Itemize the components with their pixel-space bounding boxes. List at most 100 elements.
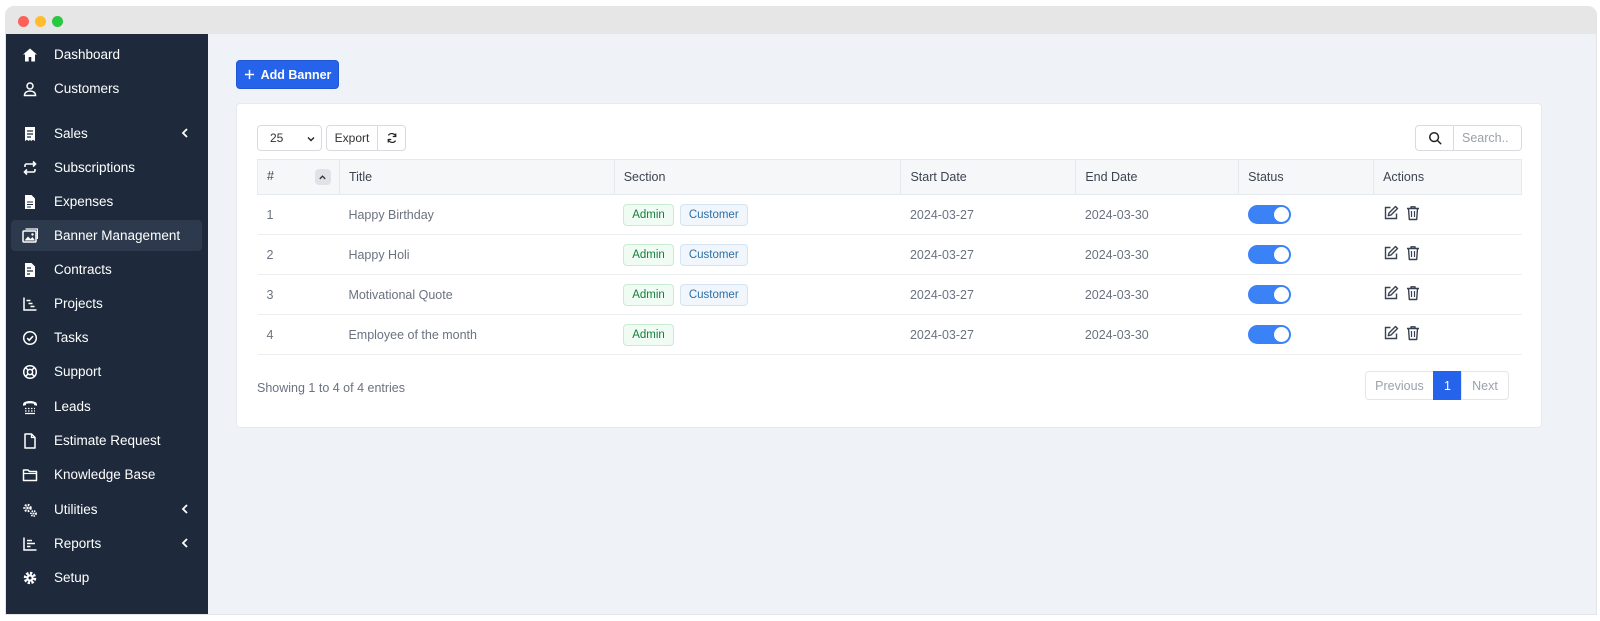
status-toggle[interactable] xyxy=(1247,325,1291,344)
column-header-status[interactable]: Status xyxy=(1238,159,1375,195)
row-number: 1 xyxy=(257,194,340,235)
refresh-button[interactable] xyxy=(377,125,406,151)
edit-icon[interactable] xyxy=(1383,245,1401,263)
minimize-window-button[interactable] xyxy=(35,16,46,27)
search-button[interactable] xyxy=(1415,125,1454,151)
row-title: Employee of the month xyxy=(339,314,615,355)
column-header-number[interactable]: # xyxy=(257,159,340,195)
app-window: Dashboard Customers Sales Subscriptions Expe… xyxy=(6,7,1596,614)
status-toggle[interactable] xyxy=(1247,205,1291,224)
add-banner-label: Add Banner xyxy=(260,67,332,82)
section-badge-customer: Customer xyxy=(679,283,748,306)
refresh-icon xyxy=(387,133,396,143)
table-row: 4 Employee of the month Admin 2024-03-27 202… xyxy=(257,314,1522,355)
row-start-date: 2024-03-27 xyxy=(900,314,1076,355)
row-end-date: 2024-03-30 xyxy=(1075,314,1239,355)
edit-icon[interactable] xyxy=(1383,285,1401,303)
chart-gantt-icon xyxy=(20,294,40,314)
row-title: Happy Birthday xyxy=(339,194,615,235)
file-icon xyxy=(20,431,40,451)
row-actions xyxy=(1373,234,1522,275)
toggle-knob xyxy=(1273,247,1289,262)
trash-icon[interactable] xyxy=(1405,205,1423,223)
sidebar-item-expenses[interactable]: Expenses xyxy=(11,186,202,217)
toggle-knob xyxy=(1273,207,1289,222)
row-end-date: 2024-03-30 xyxy=(1075,194,1239,235)
images-icon xyxy=(20,226,40,246)
row-sections: Admin xyxy=(614,314,901,355)
sidebar-item-dashboard[interactable]: Dashboard xyxy=(11,39,202,70)
edit-icon[interactable] xyxy=(1383,205,1401,223)
page-size-select[interactable]: 25 xyxy=(257,125,322,151)
row-actions xyxy=(1373,314,1522,355)
row-status xyxy=(1238,274,1374,315)
chart-bar-icon xyxy=(20,534,40,554)
sidebar-item-subscriptions[interactable]: Subscriptions xyxy=(11,152,202,183)
sidebar-item-label: Utilities xyxy=(54,502,98,517)
section-badge-admin: Admin xyxy=(623,283,674,306)
toggle-knob xyxy=(1273,327,1289,342)
sidebar-item-reports[interactable]: Reports xyxy=(11,528,202,559)
row-number: 3 xyxy=(257,274,340,315)
status-toggle[interactable] xyxy=(1247,245,1291,264)
sidebar-item-customers[interactable]: Customers xyxy=(11,73,202,104)
column-header-end-date[interactable]: End Date xyxy=(1075,159,1240,195)
export-label: Export xyxy=(334,131,370,145)
sidebar-item-label: Subscriptions xyxy=(54,160,136,175)
chevron-left-icon xyxy=(181,128,188,138)
edit-icon[interactable] xyxy=(1383,325,1401,343)
add-banner-button[interactable]: Add Banner xyxy=(236,60,339,89)
sidebar-item-knowledge-base[interactable]: Knowledge Base xyxy=(11,459,202,490)
row-actions xyxy=(1373,274,1522,315)
status-toggle[interactable] xyxy=(1247,285,1291,304)
banner-table-card: 25 Export Search.. # Title Section Start… xyxy=(236,103,1542,428)
maximize-window-button[interactable] xyxy=(52,16,63,27)
column-header-start-date[interactable]: Start Date xyxy=(900,159,1077,195)
trash-icon[interactable] xyxy=(1405,245,1423,263)
sidebar: Dashboard Customers Sales Subscriptions Expe… xyxy=(6,34,208,614)
search-placeholder: Search.. xyxy=(1462,131,1509,145)
table-header-row: # Title Section Start Date End Date Stat… xyxy=(257,159,1522,195)
gears-icon xyxy=(20,500,40,520)
row-sections: Admin Customer xyxy=(614,194,901,235)
sidebar-item-banner-management[interactable]: Banner Management xyxy=(11,220,202,251)
user-icon xyxy=(20,79,40,99)
column-header-title[interactable]: Title xyxy=(338,159,615,195)
repeat-icon xyxy=(20,158,40,178)
sidebar-item-estimate-request[interactable]: Estimate Request xyxy=(11,425,202,456)
sidebar-item-label: Knowledge Base xyxy=(54,467,156,482)
next-page-button[interactable]: Next xyxy=(1461,371,1509,400)
row-start-date: 2024-03-27 xyxy=(900,234,1076,275)
plus-icon xyxy=(244,69,254,80)
sidebar-item-sales[interactable]: Sales xyxy=(11,118,202,149)
sidebar-item-projects[interactable]: Projects xyxy=(11,288,202,319)
sidebar-item-label: Dashboard xyxy=(54,47,121,62)
row-number: 2 xyxy=(257,234,340,275)
row-end-date: 2024-03-30 xyxy=(1075,234,1239,275)
title-bar xyxy=(6,7,1596,34)
row-number: 4 xyxy=(257,314,340,355)
column-header-section[interactable]: Section xyxy=(613,159,902,195)
page-size-value: 25 xyxy=(270,131,284,145)
sidebar-item-label: Projects xyxy=(54,296,103,311)
table-row: 3 Motivational Quote Admin Customer 2024-03-… xyxy=(257,274,1522,315)
chevron-left-icon xyxy=(181,538,188,548)
close-window-button[interactable] xyxy=(18,16,29,27)
sidebar-item-leads[interactable]: Leads xyxy=(11,391,202,422)
trash-icon[interactable] xyxy=(1405,325,1423,343)
table-row: 2 Happy Holi Admin Customer 2024-03-27 2024-0… xyxy=(257,234,1522,275)
row-sections: Admin Customer xyxy=(614,234,901,275)
search-input[interactable]: Search.. xyxy=(1453,125,1522,151)
trash-icon[interactable] xyxy=(1405,285,1423,303)
sidebar-item-support[interactable]: Support xyxy=(11,356,202,387)
page-1-button[interactable]: 1 xyxy=(1433,371,1462,400)
sort-ascending-icon[interactable] xyxy=(314,169,331,185)
previous-page-button[interactable]: Previous xyxy=(1365,371,1434,400)
sidebar-item-utilities[interactable]: Utilities xyxy=(11,494,202,525)
sidebar-item-contracts[interactable]: Contracts xyxy=(11,254,202,285)
sidebar-item-tasks[interactable]: Tasks xyxy=(11,322,202,353)
chevron-down-icon xyxy=(307,137,315,142)
export-button[interactable]: Export xyxy=(326,125,378,151)
sidebar-item-setup[interactable]: Setup xyxy=(11,562,202,593)
sidebar-item-label: Estimate Request xyxy=(54,433,161,448)
